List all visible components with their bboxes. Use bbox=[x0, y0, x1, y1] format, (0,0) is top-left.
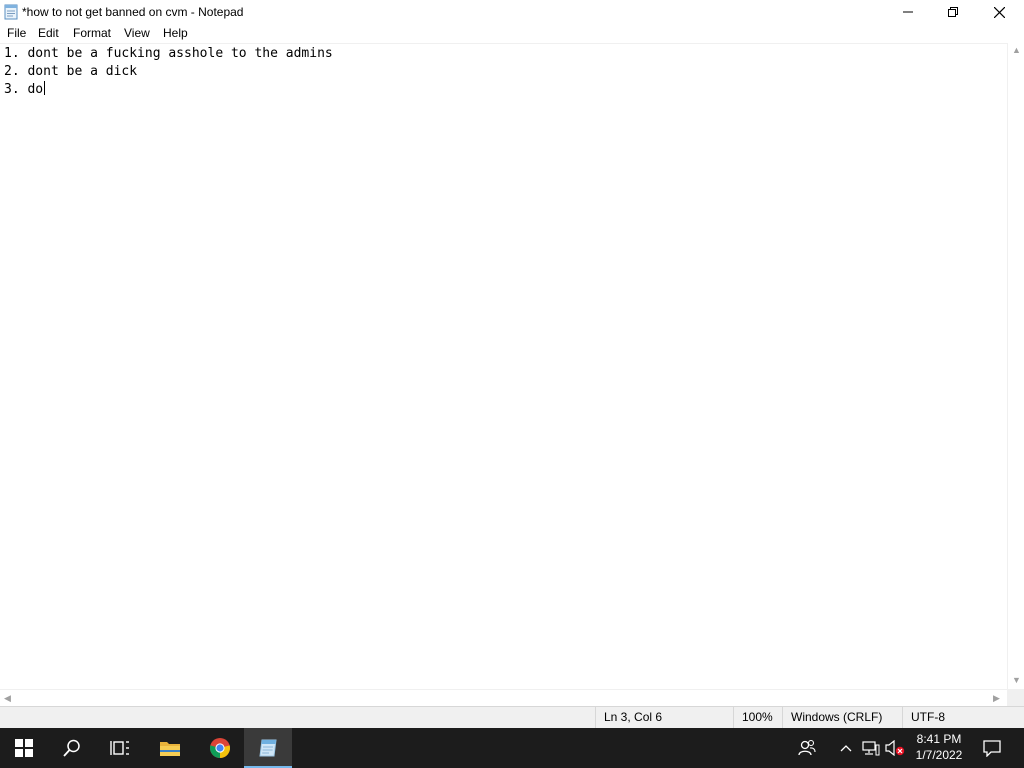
menu-bar: File Edit Format View Help bbox=[0, 24, 1024, 43]
close-icon bbox=[993, 6, 1005, 18]
chrome-icon bbox=[209, 738, 231, 758]
horizontal-scrollbar[interactable]: ◀ ▶ bbox=[0, 689, 1007, 706]
volume-muted-icon bbox=[885, 740, 905, 756]
file-explorer-button[interactable] bbox=[146, 728, 194, 768]
scroll-down-arrow-icon[interactable]: ▼ bbox=[1012, 675, 1021, 685]
scroll-right-arrow-icon[interactable]: ▶ bbox=[993, 693, 1000, 703]
editor-line: 3. do bbox=[4, 81, 46, 97]
scroll-up-arrow-icon[interactable]: ▲ bbox=[1012, 45, 1021, 55]
clock-date: 1/7/2022 bbox=[915, 748, 963, 762]
task-view-button[interactable] bbox=[96, 728, 144, 768]
editor-line: 2. dont be a dick bbox=[4, 64, 138, 79]
network-icon bbox=[862, 741, 880, 756]
folder-icon bbox=[160, 742, 180, 756]
task-view-icon bbox=[110, 741, 129, 755]
show-hidden-icons-button[interactable] bbox=[837, 728, 855, 768]
search-icon bbox=[63, 739, 80, 757]
cursor-position: Ln 3, Col 6 bbox=[595, 707, 734, 728]
editor-line: 1. dont be a fucking asshole to the admi… bbox=[4, 46, 333, 61]
status-bar: Ln 3, Col 6 100% Windows (CRLF) UTF-8 bbox=[0, 706, 1024, 728]
menu-help[interactable]: Help bbox=[159, 25, 192, 42]
action-center-button[interactable] bbox=[980, 728, 1004, 768]
menu-file[interactable]: File bbox=[3, 25, 30, 42]
start-button[interactable] bbox=[0, 728, 48, 768]
text-editor[interactable]: 1. dont be a fucking asshole to the admi… bbox=[0, 43, 1007, 690]
people-icon bbox=[798, 739, 816, 756]
close-button[interactable] bbox=[976, 0, 1022, 24]
chevron-up-icon bbox=[840, 745, 852, 752]
notepad-icon bbox=[259, 739, 277, 757]
minimize-icon bbox=[903, 11, 913, 13]
notepad-icon bbox=[4, 4, 18, 20]
taskbar: 8:41 PM 1/7/2022 bbox=[0, 728, 1024, 768]
scroll-left-arrow-icon[interactable]: ◀ bbox=[4, 693, 11, 703]
encoding: UTF-8 bbox=[902, 707, 1024, 728]
text-caret bbox=[44, 81, 46, 95]
search-button[interactable] bbox=[48, 728, 96, 768]
menu-view[interactable]: View bbox=[120, 25, 154, 42]
title-bar[interactable]: *how to not get banned on cvm - Notepad bbox=[0, 0, 1024, 24]
volume-button[interactable] bbox=[884, 728, 906, 768]
zoom-level: 100% bbox=[733, 707, 783, 728]
window-title: *how to not get banned on cvm - Notepad bbox=[22, 5, 244, 19]
network-button[interactable] bbox=[861, 728, 881, 768]
menu-format[interactable]: Format bbox=[69, 25, 115, 42]
size-grip[interactable] bbox=[1007, 689, 1024, 706]
notepad-taskbar-button[interactable] bbox=[244, 728, 292, 768]
clock-time: 8:41 PM bbox=[916, 732, 962, 746]
vertical-scrollbar[interactable]: ▲ ▼ bbox=[1007, 43, 1024, 689]
people-button[interactable] bbox=[794, 728, 820, 768]
restore-button[interactable] bbox=[930, 0, 976, 24]
line-ending: Windows (CRLF) bbox=[782, 707, 903, 728]
restore-icon bbox=[948, 7, 958, 17]
menu-edit[interactable]: Edit bbox=[34, 25, 63, 42]
notification-icon bbox=[983, 740, 1001, 757]
taskbar-clock[interactable]: 8:41 PM 1/7/2022 bbox=[912, 731, 966, 763]
windows-logo-icon bbox=[15, 739, 33, 757]
chrome-button[interactable] bbox=[196, 728, 244, 768]
minimize-button[interactable] bbox=[885, 0, 931, 24]
